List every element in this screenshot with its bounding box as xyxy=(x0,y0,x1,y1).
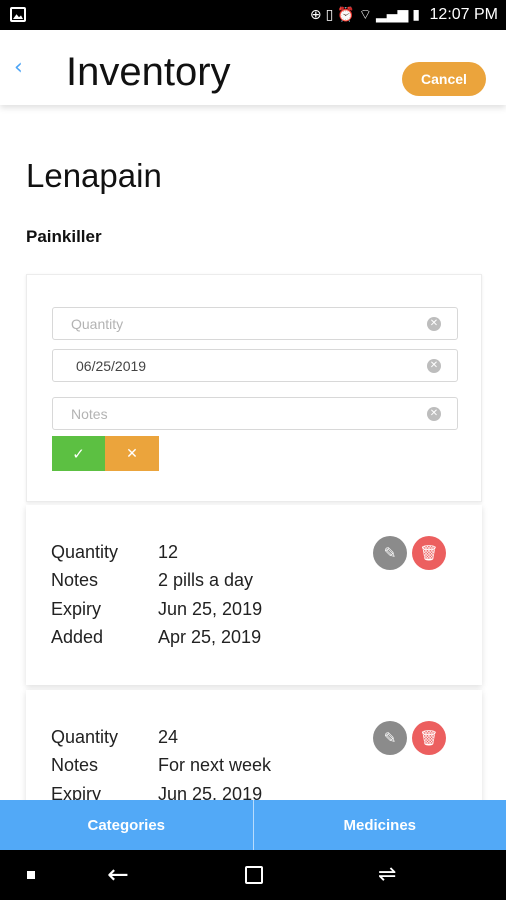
nav-back-icon[interactable]: ← xyxy=(107,860,129,890)
nav-recent-apps-icon[interactable]: ⇌ xyxy=(378,862,396,887)
trash-icon: 🗑 xyxy=(419,544,439,562)
entry-expiry-value: Jun 25, 2019 xyxy=(158,599,263,619)
expiry-date-field[interactable]: ✕ xyxy=(52,349,458,382)
alarm-icon: ⏰ xyxy=(337,7,355,23)
form-actions: ✓ ✕ xyxy=(52,436,159,471)
page-title: Inventory xyxy=(66,50,231,94)
clear-icon[interactable]: ✕ xyxy=(427,317,441,331)
check-icon: ✓ xyxy=(72,444,85,463)
data-saver-icon: ⊕ xyxy=(309,7,322,23)
edit-button[interactable]: ✎ xyxy=(373,721,407,755)
tab-medicines[interactable]: Medicines xyxy=(254,800,506,850)
edit-button[interactable]: ✎ xyxy=(373,536,407,570)
pencil-icon: ✎ xyxy=(383,729,397,747)
quantity-input[interactable] xyxy=(53,308,457,339)
notes-field[interactable]: ✕ xyxy=(52,397,458,430)
entry-notes-value: For next week xyxy=(158,755,272,775)
entry-label: Added xyxy=(51,627,104,647)
expiry-date-input[interactable] xyxy=(53,350,457,381)
notes-input[interactable] xyxy=(53,398,457,429)
status-time: 12:07 PM xyxy=(429,6,498,23)
battery-icon: ▮ xyxy=(412,7,420,23)
cancel-button[interactable]: Cancel xyxy=(402,62,486,96)
delete-button[interactable]: 🗑 xyxy=(412,721,446,755)
entry-label: Notes xyxy=(51,755,99,775)
status-icons: ⊕ ▯ ⏰ ⌔ ▂▄▆ ▮ xyxy=(310,6,420,24)
back-icon[interactable]: ‹ xyxy=(14,57,23,79)
wifi-icon: ⌔ xyxy=(358,7,372,23)
confirm-button[interactable]: ✓ xyxy=(52,436,105,471)
entry-label: Quantity xyxy=(51,727,119,747)
add-inventory-form: ✕ ✕ ✕ ✓ ✕ xyxy=(26,274,482,502)
entry-quantity-value: 24 xyxy=(158,727,179,747)
discard-button[interactable]: ✕ xyxy=(105,436,159,471)
app-header: ‹ Inventory Cancel xyxy=(0,30,506,105)
delete-button[interactable]: 🗑 xyxy=(412,536,446,570)
pencil-icon: ✎ xyxy=(383,544,397,562)
entry-label: Expiry xyxy=(51,599,102,619)
inventory-entry-card: Quantity 12 Notes 2 pills a day Expiry J… xyxy=(26,505,482,685)
quantity-field[interactable]: ✕ xyxy=(52,307,458,340)
nav-dot-icon xyxy=(27,871,35,879)
medicine-category: Painkiller xyxy=(26,227,102,246)
bottom-tab-bar: Categories Medicines xyxy=(0,800,506,850)
tab-categories[interactable]: Categories xyxy=(0,800,253,850)
entry-notes-value: 2 pills a day xyxy=(158,570,254,590)
vibrate-icon: ▯ xyxy=(325,7,334,23)
entry-added-value: Apr 25, 2019 xyxy=(158,627,262,647)
trash-icon: 🗑 xyxy=(419,729,439,747)
close-icon: ✕ xyxy=(126,445,138,462)
gallery-notification-icon xyxy=(10,7,26,22)
nav-home-icon[interactable] xyxy=(245,866,263,884)
clear-icon[interactable]: ✕ xyxy=(427,407,441,421)
entry-label: Quantity xyxy=(51,542,119,562)
clear-icon[interactable]: ✕ xyxy=(427,359,441,373)
system-nav-bar: ← ⇌ xyxy=(0,850,506,900)
entry-label: Notes xyxy=(51,570,99,590)
entry-quantity-value: 12 xyxy=(158,542,179,562)
medicine-name: Lenapain xyxy=(26,157,162,194)
signal-icon: ▂▄▆ xyxy=(375,7,409,23)
status-bar: ⊕ ▯ ⏰ ⌔ ▂▄▆ ▮ 12:07 PM xyxy=(0,0,506,30)
